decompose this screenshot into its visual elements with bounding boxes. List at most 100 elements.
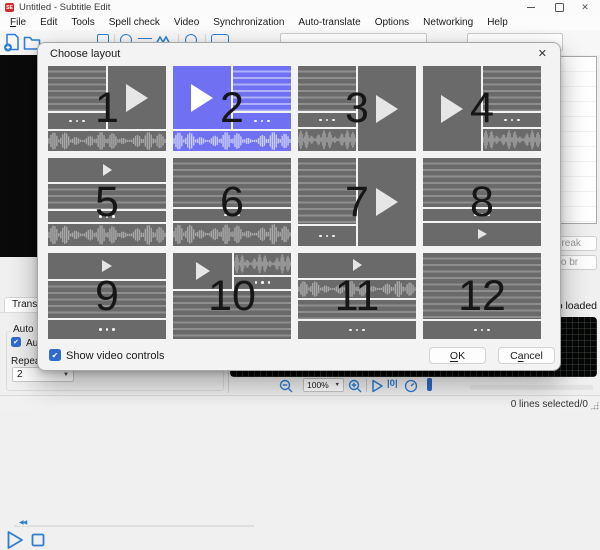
waveform-position-marker[interactable] bbox=[427, 378, 432, 391]
app-logo-icon: SE bbox=[5, 3, 14, 12]
minimize-button[interactable] bbox=[520, 0, 542, 15]
waveform-zoom-combobox[interactable]: 100% ▼ bbox=[303, 378, 344, 392]
mini-wave-block bbox=[483, 129, 541, 151]
layout-option-11[interactable]: 11 bbox=[298, 253, 416, 339]
mini-toolbar-block bbox=[233, 113, 291, 130]
dialog-footer: ✔ Show video controls OK Cancel bbox=[49, 347, 552, 365]
layout-option-10[interactable]: 10 bbox=[173, 253, 291, 339]
menu-item-spell-check[interactable]: Spell check bbox=[102, 17, 167, 28]
mini-video-block bbox=[48, 158, 166, 182]
menu-bar: FileEditToolsSpell checkVideoSynchroniza… bbox=[0, 15, 600, 30]
mini-list-block bbox=[298, 158, 356, 224]
mini-video-block bbox=[108, 66, 166, 129]
playback-speed-icon[interactable] bbox=[404, 379, 418, 393]
layout-grid: 123456789101112 bbox=[48, 66, 541, 339]
layout-option-5[interactable]: 5 bbox=[48, 158, 166, 246]
new-subtitle-icon[interactable] bbox=[3, 33, 21, 52]
zoom-out-icon[interactable] bbox=[279, 379, 293, 393]
status-bar: 0 lines selected/0 bbox=[0, 395, 600, 411]
layout-option-8[interactable]: 8 bbox=[423, 158, 541, 246]
mini-video-block bbox=[358, 66, 416, 151]
layout-option-12[interactable]: 12 bbox=[423, 253, 541, 339]
mini-video-block bbox=[48, 253, 166, 279]
waveform-toolbar: 100% ▼ |0| bbox=[230, 377, 600, 395]
status-text: 0 lines selected/0 bbox=[511, 399, 588, 410]
layout-option-6[interactable]: 6 bbox=[173, 158, 291, 246]
mini-toolbar-block bbox=[48, 211, 166, 223]
menu-item-networking[interactable]: Networking bbox=[416, 17, 480, 28]
show-video-controls-checkbox[interactable]: ✔ bbox=[49, 349, 61, 361]
menu-item-options[interactable]: Options bbox=[368, 17, 416, 28]
mini-toolbar-block bbox=[483, 113, 541, 128]
show-video-controls-label: Show video controls bbox=[66, 350, 164, 362]
layout-option-3[interactable]: 3 bbox=[298, 66, 416, 151]
title-bar: SE Untitled - Subtitle Edit ✕ bbox=[0, 0, 600, 15]
reset-position-button[interactable]: |0| bbox=[387, 378, 398, 389]
mini-list-block bbox=[233, 66, 291, 111]
mini-wave-block bbox=[48, 131, 166, 151]
play-button[interactable] bbox=[6, 530, 25, 550]
mini-wave-block bbox=[48, 224, 166, 246]
zoom-in-icon[interactable] bbox=[348, 379, 362, 393]
dialog-title: Choose layout bbox=[50, 48, 120, 60]
mini-list-block bbox=[483, 66, 541, 111]
mini-wave-block bbox=[298, 280, 416, 298]
mini-toolbar-block bbox=[423, 321, 541, 339]
mini-wave-block bbox=[298, 129, 356, 151]
mini-toolbar-block bbox=[298, 226, 356, 246]
choose-layout-dialog: Choose layout ✕ 123456789101112 ✔ Show v… bbox=[37, 42, 561, 371]
repeat-count-value: 2 bbox=[17, 369, 23, 380]
chevron-down-icon: ▼ bbox=[335, 382, 340, 388]
waveform-play-button[interactable] bbox=[371, 379, 384, 393]
mini-video-block bbox=[173, 66, 231, 129]
mini-list-block bbox=[173, 158, 291, 207]
menu-item-synchronization[interactable]: Synchronization bbox=[206, 17, 291, 28]
layout-option-1[interactable]: 1 bbox=[48, 66, 166, 151]
menu-item-edit[interactable]: Edit bbox=[33, 17, 64, 28]
mini-toolbar-block bbox=[423, 209, 541, 221]
chevron-down-icon: ▼ bbox=[63, 372, 69, 378]
mini-video-block bbox=[423, 223, 541, 246]
mini-list-block bbox=[423, 253, 541, 319]
auto-repeat-checkbox[interactable]: ✔ bbox=[11, 337, 21, 347]
seek-slider[interactable] bbox=[14, 525, 254, 527]
menu-item-video[interactable]: Video bbox=[167, 17, 206, 28]
ok-button[interactable]: OK bbox=[429, 347, 486, 364]
mini-list-block bbox=[173, 291, 291, 340]
resize-grip[interactable] bbox=[590, 401, 599, 410]
mini-list-block bbox=[48, 66, 106, 111]
seek-thumb-icon[interactable]: ◀◀ bbox=[17, 519, 28, 526]
menu-item-tools[interactable]: Tools bbox=[64, 17, 101, 28]
cancel-button[interactable]: Cancel bbox=[498, 347, 555, 364]
mini-list-block bbox=[48, 184, 166, 208]
mini-toolbar-block bbox=[234, 277, 291, 289]
dialog-close-icon[interactable]: ✕ bbox=[538, 47, 547, 60]
layout-option-2[interactable]: 2 bbox=[173, 66, 291, 151]
layout-option-4[interactable]: 4 bbox=[423, 66, 541, 151]
menu-item-help[interactable]: Help bbox=[480, 17, 515, 28]
toolbar-separator bbox=[366, 379, 367, 392]
toolbar-icon-replace[interactable] bbox=[138, 38, 152, 41]
mini-video-block bbox=[423, 66, 481, 151]
mini-list-block bbox=[298, 66, 356, 111]
mini-wave-block bbox=[173, 223, 291, 246]
window-title: Untitled - Subtitle Edit bbox=[19, 2, 110, 13]
menu-item-file[interactable]: File bbox=[3, 17, 33, 28]
mini-video-block bbox=[358, 158, 416, 246]
layout-option-7[interactable]: 7 bbox=[298, 158, 416, 246]
mini-toolbar-block bbox=[48, 113, 106, 130]
mini-toolbar-block bbox=[48, 320, 166, 339]
layout-option-9[interactable]: 9 bbox=[48, 253, 166, 339]
stop-button[interactable] bbox=[31, 533, 45, 547]
menu-item-auto-translate[interactable]: Auto-translate bbox=[291, 17, 367, 28]
mini-toolbar-block bbox=[173, 209, 291, 222]
mini-video-block bbox=[298, 253, 416, 278]
mini-wave-block bbox=[234, 253, 291, 275]
mini-video-block bbox=[173, 253, 232, 289]
mini-toolbar-block bbox=[298, 321, 416, 339]
mini-wave-block bbox=[173, 131, 291, 151]
maximize-button[interactable] bbox=[548, 0, 570, 15]
waveform-zoom-value: 100% bbox=[307, 380, 329, 390]
mini-toolbar-block bbox=[298, 113, 356, 128]
window-close-button[interactable]: ✕ bbox=[574, 0, 596, 15]
